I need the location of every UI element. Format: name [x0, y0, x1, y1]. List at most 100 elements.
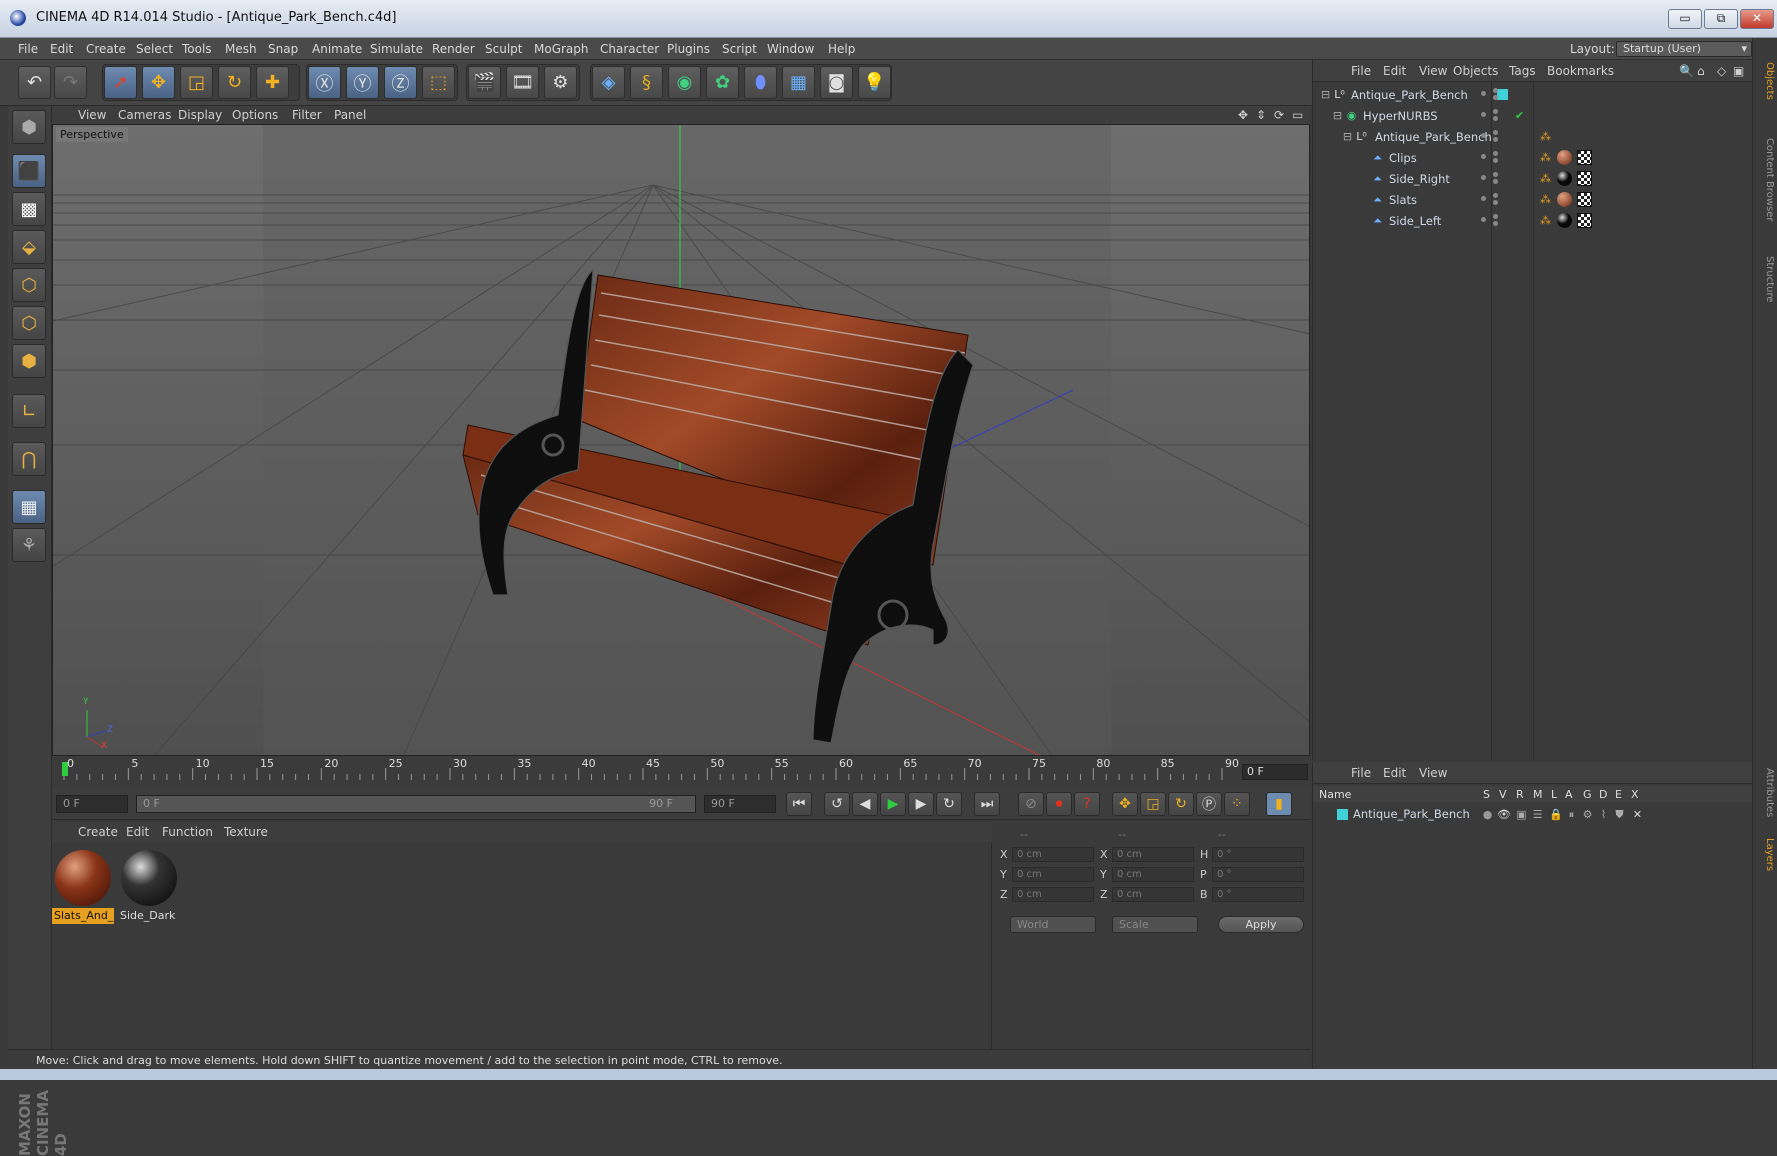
apply-button[interactable]: Apply	[1218, 916, 1304, 933]
maximize-button[interactable]: ⧉	[1704, 9, 1738, 29]
rotation-b-field[interactable]: 0 °	[1212, 887, 1304, 902]
menu-render[interactable]: Render	[432, 42, 475, 56]
undo-icon[interactable]: ↶	[18, 66, 51, 99]
phong-tag-icon[interactable]: ⁂	[1539, 130, 1552, 143]
obj-menu-edit[interactable]: Edit	[1383, 64, 1406, 78]
vp-menu-filter[interactable]: Filter	[292, 108, 322, 122]
visibility-dot-icon[interactable]	[1493, 95, 1498, 100]
tab-content-browser[interactable]: Content Browser	[1757, 138, 1775, 221]
y-axis-lock-icon[interactable]: Ⓨ	[346, 66, 379, 99]
texture-mode-icon[interactable]: ▩	[12, 192, 46, 226]
visibility-dot-icon[interactable]	[1493, 179, 1498, 184]
camera-icon[interactable]: ◙	[820, 66, 853, 99]
size-mode-dropdown[interactable]: Scale	[1112, 916, 1198, 933]
start-frame-field[interactable]: 0 F	[56, 795, 128, 813]
model-mode-icon[interactable]: ⬛	[12, 154, 46, 188]
vp-menu-display[interactable]: Display	[178, 108, 222, 122]
object-row[interactable]: ⊟ ◉ HyperNURBS ✔	[1313, 105, 1753, 126]
move-tool-icon[interactable]: ✥	[142, 66, 175, 99]
menu-file[interactable]: File	[18, 42, 38, 56]
goto-start-icon[interactable]: ⏮	[786, 792, 812, 816]
edges-mode-icon[interactable]: ⬡	[12, 306, 46, 340]
menu-create[interactable]: Create	[86, 42, 126, 56]
minimize-button[interactable]: ▭	[1668, 9, 1702, 29]
object-row[interactable]: ⏶ Clips ⁂	[1313, 147, 1753, 168]
render-view-icon[interactable]: 🎬	[468, 66, 501, 99]
end-frame-field[interactable]: 90 F	[704, 795, 776, 813]
visibility-dot-icon[interactable]	[1493, 137, 1498, 142]
snap-magnet-icon[interactable]: ⋂	[12, 442, 46, 476]
object-row[interactable]: ⏶ Side_Right ⁂	[1313, 168, 1753, 189]
sculpt-icon[interactable]: ⚘	[12, 528, 46, 562]
visibility-dot-icon[interactable]	[1493, 193, 1498, 198]
coordinate-system-icon[interactable]: ⬚	[422, 66, 455, 99]
visibility-dot-icon[interactable]	[1481, 175, 1486, 180]
deformer-icon[interactable]: ⬮	[744, 66, 777, 99]
render-picture-viewer-icon[interactable]: 🎞	[506, 66, 539, 99]
workplane-icon[interactable]: ⬙	[12, 230, 46, 264]
obj-menu-view[interactable]: View	[1419, 64, 1447, 78]
visibility-dot-icon[interactable]	[1481, 196, 1486, 201]
object-row[interactable]: ⏶ Slats ⁂	[1313, 189, 1753, 210]
points-mode-icon[interactable]: ⬡	[12, 268, 46, 302]
mat-menu-texture[interactable]: Texture	[224, 825, 268, 839]
play-icon[interactable]: ▶	[880, 792, 906, 816]
key-pla-icon[interactable]: ⁘	[1224, 792, 1250, 816]
menu-edit[interactable]: Edit	[50, 42, 73, 56]
obj-menu-tags[interactable]: Tags	[1509, 64, 1536, 78]
rotation-p-field[interactable]: 0 °	[1212, 867, 1304, 882]
maximize-view-icon[interactable]: ▭	[1292, 108, 1303, 122]
scale-tool-icon[interactable]: ◲	[180, 66, 213, 99]
timeline-window-icon[interactable]: ▮	[1266, 792, 1292, 816]
make-editable-icon[interactable]: ⬢	[12, 110, 46, 144]
material-slats[interactable]: Slats_And_	[52, 848, 114, 924]
key-position-icon[interactable]: ✥	[1112, 792, 1138, 816]
enabled-check-icon[interactable]: ✔	[1513, 109, 1526, 122]
rotate-tool-icon[interactable]: ↻	[218, 66, 251, 99]
vp-menu-view[interactable]: View	[78, 108, 106, 122]
collapse-icon[interactable]: ◇	[1717, 64, 1726, 78]
recent-tool-icon[interactable]: ✚	[256, 66, 289, 99]
vp-menu-options[interactable]: Options	[232, 108, 278, 122]
object-row[interactable]: ⏶ Side_Left ⁂	[1313, 210, 1753, 231]
autokey-icon[interactable]: ?	[1074, 792, 1100, 816]
visibility-dot-icon[interactable]	[1493, 88, 1498, 93]
prev-key-icon[interactable]: ↺	[824, 792, 850, 816]
key-parameter-icon[interactable]: Ⓟ	[1196, 792, 1222, 816]
rotation-h-field[interactable]: 0 °	[1212, 847, 1304, 862]
perspective-viewport[interactable]: Perspective Y Z X	[52, 124, 1310, 756]
layer-menu-edit[interactable]: Edit	[1383, 766, 1406, 780]
menu-select[interactable]: Select	[136, 42, 173, 56]
lock-icon[interactable]: 🔒	[1549, 808, 1563, 821]
next-key-icon[interactable]: ↻	[936, 792, 962, 816]
visibility-dot-icon[interactable]	[1493, 200, 1498, 205]
menu-script[interactable]: Script	[722, 42, 757, 56]
deformer-icon[interactable]: ⌇	[1597, 808, 1610, 821]
size-y-field[interactable]: 0 cm	[1112, 867, 1194, 882]
goto-end-icon[interactable]: ⏭	[974, 792, 1000, 816]
pan-view-icon[interactable]: ✥	[1238, 108, 1248, 122]
layer-menu-file[interactable]: File	[1351, 766, 1371, 780]
size-z-field[interactable]: 0 cm	[1112, 887, 1194, 902]
menu-tools[interactable]: Tools	[182, 42, 212, 56]
visibility-dot-icon[interactable]	[1481, 154, 1486, 159]
visibility-dot-icon[interactable]	[1493, 130, 1498, 135]
visibility-dot-icon[interactable]	[1481, 217, 1486, 222]
axis-mode-icon[interactable]: ∟	[12, 394, 46, 428]
coordinate-space-dropdown[interactable]: World	[1010, 916, 1096, 933]
redo-icon[interactable]: ↷	[54, 66, 87, 99]
light-icon[interactable]: 💡	[858, 66, 891, 99]
uvw-tag-icon[interactable]	[1577, 213, 1592, 228]
menu-snap[interactable]: Snap	[268, 42, 298, 56]
mat-menu-function[interactable]: Function	[162, 825, 213, 839]
material-tag-icon[interactable]	[1557, 150, 1572, 165]
tab-objects[interactable]: Objects	[1757, 62, 1775, 100]
visible-icon[interactable]: 👁	[1497, 808, 1511, 821]
menu-simulate[interactable]: Simulate	[370, 42, 423, 56]
layout-dropdown[interactable]: Startup (User) ▾	[1616, 41, 1752, 57]
manager-icon[interactable]: ☰	[1531, 808, 1544, 821]
obj-menu-objects[interactable]: Objects	[1453, 64, 1498, 78]
cloner-icon[interactable]: ✿	[706, 66, 739, 99]
material-tag-icon[interactable]	[1557, 192, 1572, 207]
visibility-dot-icon[interactable]	[1493, 158, 1498, 163]
